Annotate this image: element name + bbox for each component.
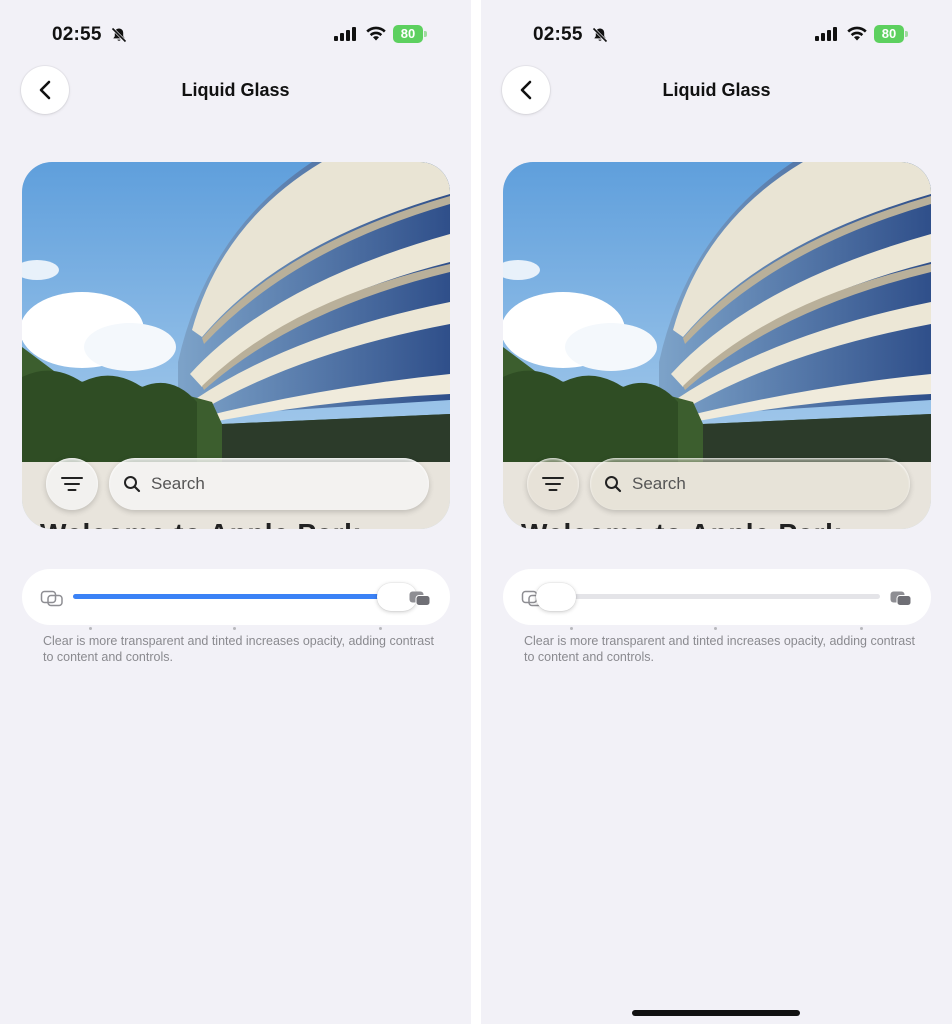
glass-style-slider[interactable] — [73, 583, 417, 630]
search-icon — [605, 476, 622, 493]
battery-icon: 80 — [874, 25, 908, 43]
preview-caption: Welcome to Apple Park — [521, 518, 841, 529]
bell-slash-icon — [592, 27, 608, 43]
phone-screen-tinted: 02:55 80 Liquid Glass Search Clear is mo… — [0, 0, 471, 1024]
battery-tip — [905, 31, 908, 37]
clear-glass-icon — [40, 590, 63, 607]
page-title: Liquid Glass — [181, 80, 290, 100]
wifi-icon — [366, 26, 386, 41]
slider-tick — [379, 627, 382, 630]
liquid-glass-preview: Welcome to Apple Park Search — [503, 162, 931, 529]
slider-tick — [714, 627, 717, 630]
slider-tick — [860, 627, 863, 630]
slider-thumb[interactable] — [536, 583, 576, 611]
bell-slash-icon — [111, 27, 127, 43]
home-indicator[interactable] — [632, 1010, 800, 1016]
search-placeholder: Search — [151, 474, 205, 493]
preview-caption: Welcome to Apple Park — [40, 518, 360, 529]
filter-button[interactable] — [46, 458, 98, 510]
slider-footnote: Clear is more transparent and tinted inc… — [524, 634, 915, 664]
glass-style-slider-card — [503, 569, 931, 630]
status-time: 02:55 — [52, 24, 102, 45]
slider-tick — [570, 627, 573, 630]
search-input[interactable]: Search — [590, 458, 910, 510]
search-input[interactable]: Search — [109, 458, 429, 510]
glass-style-slider-card — [22, 569, 450, 630]
glass-style-slider[interactable] — [536, 583, 880, 630]
slider-tick — [233, 627, 236, 630]
search-placeholder: Search — [632, 474, 686, 493]
liquid-glass-preview: Welcome to Apple Park Search — [22, 162, 450, 529]
cellular-signal-icon — [334, 27, 356, 41]
search-icon — [124, 476, 141, 493]
wifi-icon — [847, 26, 867, 41]
battery-level: 80 — [874, 25, 904, 43]
page-title: Liquid Glass — [662, 80, 771, 100]
tinted-glass-icon — [409, 591, 431, 606]
filter-lines-icon — [542, 477, 564, 491]
phone-screen-clear: 02:55 80 Liquid Glass Search Clear is mo… — [481, 0, 952, 1024]
slider-footnote: Clear is more transparent and tinted inc… — [43, 634, 434, 664]
battery-level: 80 — [393, 25, 423, 43]
filter-lines-icon — [61, 477, 83, 491]
filter-button[interactable] — [527, 458, 579, 510]
slider-fill — [73, 594, 385, 599]
tinted-glass-icon — [890, 591, 912, 606]
battery-tip — [424, 31, 427, 37]
battery-icon: 80 — [393, 25, 427, 43]
slider-tick — [89, 627, 92, 630]
cellular-signal-icon — [815, 27, 837, 41]
status-time: 02:55 — [533, 24, 583, 45]
